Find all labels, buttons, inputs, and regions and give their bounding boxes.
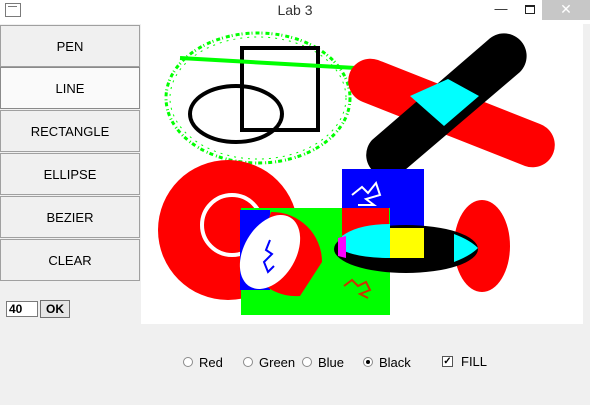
radio-blue[interactable]: Blue [302,354,344,370]
radio-black-label: Black [379,354,411,370]
magenta-sliver [338,236,346,258]
green-scribble-ellipse [164,31,352,165]
size-input[interactable] [6,301,38,317]
drawing-surface [158,31,555,315]
pen-tool-button[interactable]: PEN [0,25,140,67]
maximize-icon [525,5,535,14]
radio-red-label: Red [199,354,223,370]
pen-tool-label: PEN [56,38,84,54]
minimize-icon: — [494,1,508,16]
yellow-block [390,228,424,258]
drawing-canvas[interactable] [141,24,583,324]
radio-green-circle[interactable] [243,357,253,367]
radio-green-label: Green [259,354,296,370]
bezier-tool-label: BEZIER [46,209,94,225]
radio-black-circle[interactable] [363,357,373,367]
line-tool-label: LINE [55,80,85,96]
clear-button-label: CLEAR [48,252,92,268]
clear-button[interactable]: CLEAR [0,239,140,281]
ellipse-tool-button[interactable]: ELLIPSE [0,153,140,195]
radio-blue-label: Blue [318,354,345,370]
title-bar: Lab 3 — ✕ [0,0,590,24]
close-icon: ✕ [560,1,572,17]
fill-checkbox-box[interactable]: ✓ [442,356,453,367]
rectangle-tool-button[interactable]: RECTANGLE [0,110,140,152]
rectangle-tool-label: RECTANGLE [30,123,110,139]
radio-blue-circle[interactable] [302,357,312,367]
bezier-tool-button[interactable]: BEZIER [0,196,140,238]
ellipse-tool-label: ELLIPSE [43,166,97,182]
fill-checkbox[interactable]: ✓ FILL [442,354,487,369]
radio-red-circle[interactable] [183,357,193,367]
fill-checkbox-label: FILL [461,354,488,369]
green-line [179,56,357,70]
radio-red[interactable]: Red [183,354,223,370]
ok-button[interactable]: OK [40,300,70,318]
black-ellipse [188,84,284,144]
close-button[interactable]: ✕ [542,0,590,20]
radio-green[interactable]: Green [243,354,295,370]
maximize-button[interactable] [515,0,545,20]
line-tool-button[interactable]: LINE [0,67,140,109]
minimize-button[interactable]: — [486,0,516,20]
radio-black[interactable]: Black [363,354,411,370]
